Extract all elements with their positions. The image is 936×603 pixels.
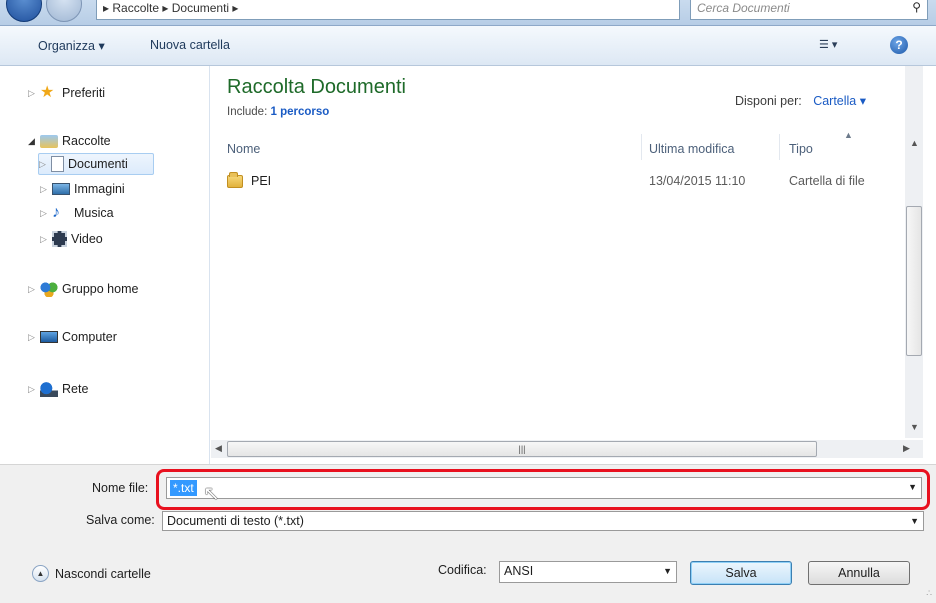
- change-view-icon[interactable]: ☰ ▾: [819, 38, 837, 51]
- address-field[interactable]: ▸ Raccolte ▸ Documenti ▸: [96, 0, 680, 20]
- sidebar-item-label: Rete: [62, 382, 89, 396]
- hide-folders-label: Nascondi cartelle: [55, 566, 151, 581]
- sidebar-item-music[interactable]: ▷ ♪ Musica: [40, 202, 114, 224]
- file-modified: 13/04/2015 11:10: [649, 174, 746, 188]
- file-type: Cartella di file: [789, 174, 865, 188]
- sidebar-item-label: Raccolte: [62, 134, 111, 148]
- cancel-button[interactable]: Annulla: [808, 561, 910, 585]
- expand-arrow-icon[interactable]: ▷: [28, 332, 40, 343]
- highlight-box: [156, 469, 930, 510]
- search-placeholder: Cerca Documenti: [697, 1, 790, 15]
- sidebar-item-libraries[interactable]: ◢ Raccolte: [28, 130, 111, 152]
- forward-button[interactable]: [46, 0, 82, 22]
- sidebar-item-favorites[interactable]: ▷ ★ Preferiti: [28, 82, 105, 104]
- expand-arrow-icon[interactable]: ▷: [40, 184, 52, 195]
- chevron-down-icon[interactable]: ▼: [663, 566, 672, 576]
- new-folder-button[interactable]: Nuova cartella: [150, 38, 230, 52]
- column-header-modified[interactable]: Ultima modifica: [649, 142, 734, 156]
- navigation-pane: ▷ ★ Preferiti ◢ Raccolte ▷ Documenti ▷ I…: [0, 66, 210, 464]
- savetype-label: Salva come:: [86, 513, 155, 527]
- sidebar-item-homegroup[interactable]: ▷ Gruppo home: [28, 278, 138, 300]
- computer-icon: [40, 331, 58, 343]
- includes-label: Include:: [227, 106, 268, 118]
- file-name: PEI: [251, 174, 272, 188]
- includes-link[interactable]: 1 percorso: [270, 106, 329, 118]
- horizontal-scroll-thumb[interactable]: |||: [227, 441, 817, 457]
- arrange-by: Disponi per: Cartella ▾: [735, 93, 866, 108]
- library-includes: Include: 1 percorso: [227, 106, 329, 118]
- column-divider[interactable]: [641, 134, 642, 160]
- sidebar-item-label: Immagini: [74, 182, 125, 196]
- sidebar-item-images[interactable]: ▷ Immagini: [40, 178, 125, 200]
- file-name-cell: PEI: [227, 171, 272, 188]
- savetype-select[interactable]: Documenti di testo (*.txt) ▼: [162, 511, 924, 531]
- save-button[interactable]: Salva: [690, 561, 792, 585]
- sidebar-item-label: Gruppo home: [62, 282, 139, 296]
- library-icon: [40, 134, 58, 148]
- sidebar-item-label: Musica: [74, 206, 114, 220]
- scroll-left-arrow-icon[interactable]: ◀: [215, 443, 222, 454]
- address-bar-region: ▸ Raccolte ▸ Documenti ▸ Cerca Documenti…: [0, 0, 936, 26]
- page-title: Raccolta Documenti: [227, 76, 406, 98]
- expand-arrow-icon[interactable]: ▷: [40, 234, 52, 245]
- sidebar-item-computer[interactable]: ▷ Computer: [28, 326, 117, 348]
- help-icon[interactable]: ?: [890, 36, 908, 54]
- back-button[interactable]: [6, 0, 42, 22]
- sidebar-item-label: Computer: [62, 330, 117, 344]
- expand-arrow-icon[interactable]: ▷: [28, 384, 40, 395]
- collapse-arrow-icon[interactable]: ◢: [28, 136, 40, 147]
- encoding-select[interactable]: ANSI ▼: [499, 561, 677, 583]
- organize-button[interactable]: Organizza ▾: [38, 38, 105, 53]
- filename-label: Nome file:: [92, 481, 149, 495]
- savetype-value: Documenti di testo (*.txt): [167, 514, 304, 528]
- command-bar: Organizza ▾ Nuova cartella ☰ ▾ ?: [0, 26, 936, 66]
- vertical-scrollbar[interactable]: ▲ ▼: [905, 66, 923, 438]
- chevron-down-icon[interactable]: ▼: [910, 516, 919, 526]
- star-icon: ★: [40, 84, 55, 101]
- picture-icon: [52, 183, 70, 195]
- save-form: Nome file: *.txt ▼ ↖ Salva come: Documen…: [0, 464, 936, 603]
- network-icon: [40, 381, 58, 397]
- search-input[interactable]: Cerca Documenti ⚲: [690, 0, 928, 20]
- arrange-dropdown[interactable]: Cartella ▾: [813, 94, 866, 108]
- file-list-pane: Raccolta Documenti Include: 1 percorso D…: [211, 66, 936, 464]
- sidebar-item-network[interactable]: ▷ Rete: [28, 378, 88, 400]
- resize-grip-icon[interactable]: ∴: [926, 588, 932, 599]
- sidebar-item-video[interactable]: ▷ Video: [40, 228, 103, 250]
- scroll-right-arrow-icon[interactable]: ▶: [903, 443, 910, 454]
- sort-arrow-icon: ▲: [844, 130, 853, 140]
- sidebar-item-label: Preferiti: [62, 86, 106, 100]
- expand-arrow-icon[interactable]: ▷: [39, 159, 51, 170]
- scroll-up-arrow-icon[interactable]: ▲: [910, 138, 919, 148]
- address-path: ▸ Raccolte ▸ Documenti ▸: [103, 1, 239, 15]
- folder-icon: [227, 171, 243, 188]
- sidebar-item-label: Video: [71, 232, 103, 246]
- table-row[interactable]: PEI 13/04/2015 11:10 Cartella di file: [219, 170, 909, 192]
- sidebar-item-documents[interactable]: ▷ Documenti: [38, 153, 154, 175]
- document-icon: [51, 156, 64, 172]
- chevron-up-icon: ▲: [32, 565, 49, 582]
- arrange-label: Disponi per:: [735, 94, 802, 108]
- music-note-icon: ♪: [52, 204, 60, 221]
- film-icon: [52, 231, 67, 247]
- search-icon[interactable]: ⚲: [912, 0, 921, 14]
- vertical-scroll-thumb[interactable]: [906, 206, 922, 356]
- sidebar-item-label: Documenti: [68, 157, 128, 171]
- hide-folders-button[interactable]: ▲ Nascondi cartelle: [32, 565, 151, 582]
- column-header-name[interactable]: Nome: [227, 142, 260, 156]
- expand-arrow-icon[interactable]: ▷: [40, 208, 52, 219]
- encoding-label: Codifica:: [438, 563, 487, 577]
- column-divider[interactable]: [779, 134, 780, 160]
- expand-arrow-icon[interactable]: ▷: [28, 88, 40, 99]
- expand-arrow-icon[interactable]: ▷: [28, 284, 40, 295]
- horizontal-scrollbar[interactable]: ◀ ||| ▶: [211, 440, 923, 458]
- scroll-down-arrow-icon[interactable]: ▼: [910, 422, 919, 432]
- homegroup-icon: [40, 281, 58, 297]
- column-header-type[interactable]: Tipo: [789, 142, 813, 156]
- encoding-value: ANSI: [504, 564, 534, 578]
